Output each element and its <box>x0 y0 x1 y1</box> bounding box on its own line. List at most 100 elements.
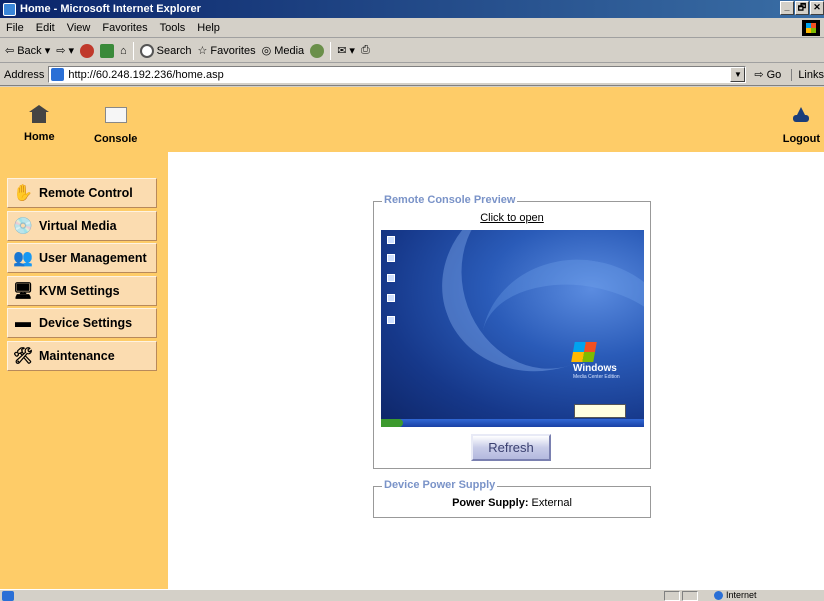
desktop-edition: Media Center Edition <box>573 374 620 380</box>
refresh-button[interactable]: Refresh <box>471 434 551 461</box>
toolbar-separator <box>330 41 332 60</box>
restore-button[interactable]: 🗗 <box>795 1 809 15</box>
sidebar-item-label: Maintenance <box>39 348 115 363</box>
logout-icon <box>791 107 811 123</box>
desktop-taskbar <box>381 419 644 427</box>
sidebar-item-kvm-settings[interactable]: 🖥 KVM Settings <box>7 275 157 306</box>
favorites-label: Favorites <box>210 44 256 57</box>
home-nav-button[interactable]: Home <box>24 105 55 143</box>
house-icon: ⌂ <box>119 44 127 57</box>
forward-dropdown-icon: ▾ <box>68 45 74 57</box>
home-page-button[interactable]: ⌂ <box>120 45 127 57</box>
preview-legend: Remote Console Preview <box>382 194 518 206</box>
page-icon <box>51 68 65 81</box>
refresh-icon <box>99 43 114 58</box>
forward-button[interactable]: ⇨ ▾ <box>56 44 74 57</box>
hand-icon: ✋ <box>13 185 33 202</box>
links-button[interactable]: Links <box>791 68 824 81</box>
menu-file[interactable]: File <box>6 22 24 34</box>
address-label: Address <box>4 68 45 81</box>
status-panes <box>664 591 698 601</box>
home-label: Home <box>24 131 55 143</box>
menu-help[interactable]: Help <box>197 22 220 34</box>
forward-arrow-icon: ⇨ <box>56 45 66 57</box>
start-button <box>381 419 403 427</box>
sidebar-item-device-settings[interactable]: ▬ Device Settings <box>7 308 157 338</box>
media-icon: ◎ <box>261 45 272 57</box>
go-button[interactable]: ⇨ Go <box>754 68 782 82</box>
back-dropdown-icon: ▾ <box>44 45 51 57</box>
device-power-supply-panel: Device Power Supply Power Supply: Extern… <box>373 479 651 518</box>
url-input[interactable]: http://60.248.192.236/home.asp ▼ <box>48 66 747 83</box>
history-button[interactable] <box>310 43 325 58</box>
sidebar-item-remote-control[interactable]: ✋ Remote Control <box>7 178 157 208</box>
print-button[interactable]: ⎙ <box>361 44 370 57</box>
refresh-page-button[interactable] <box>99 43 114 58</box>
url-text: http://60.248.192.236/home.asp <box>68 68 224 81</box>
media-button[interactable]: ◎ Media <box>261 44 305 58</box>
page-status-icon <box>2 590 14 601</box>
toolbar-separator <box>132 41 134 60</box>
stop-icon <box>79 43 94 58</box>
favorites-icon: ☆ <box>197 45 208 57</box>
content-corner <box>168 152 228 212</box>
search-label: Search <box>156 44 192 57</box>
sidebar-item-label: KVM Settings <box>39 283 120 298</box>
sidebar-item-user-management[interactable]: 👥 User Management <box>7 243 157 273</box>
zone-label: Internet <box>726 590 757 600</box>
status-bar: Internet <box>0 589 824 601</box>
close-button[interactable]: ✕ <box>810 1 824 15</box>
power-supply-value: External <box>531 497 572 509</box>
globe-icon <box>714 590 723 600</box>
users-icon: 👥 <box>13 250 33 267</box>
menu-edit[interactable]: Edit <box>36 22 55 34</box>
console-nav-button[interactable]: Console <box>94 105 137 145</box>
address-bar: Address http://60.248.192.236/home.asp ▼… <box>0 64 824 86</box>
minimize-button[interactable]: _ <box>780 1 794 15</box>
back-label: Back <box>17 44 42 57</box>
window-controls: _ 🗗 ✕ <box>780 1 824 15</box>
sidebar-item-label: Device Settings <box>39 316 133 330</box>
logout-button[interactable]: Logout <box>783 105 820 145</box>
desktop-brand: Windows <box>573 363 617 374</box>
remote-console-preview-panel: Remote Console Preview Click to open Win… <box>373 194 651 469</box>
sidebar-item-label: Remote Control <box>39 186 133 200</box>
desktop-icon <box>387 294 395 302</box>
power-supply-row: Power Supply: External <box>374 497 650 509</box>
back-arrow-icon: ⇦ <box>5 45 15 57</box>
menu-bar: File Edit View Favorites Tools Help <box>0 18 824 38</box>
disc-icon: 💿 <box>13 217 33 235</box>
status-pane <box>664 591 680 601</box>
sidebar-menu: ✋ Remote Control 💿 Virtual Media 👥 User … <box>7 178 157 373</box>
sidebar-item-label: Virtual Media <box>39 218 117 233</box>
window-title: Home - Microsoft Internet Explorer <box>20 3 201 15</box>
sidebar-item-virtual-media[interactable]: 💿 Virtual Media <box>7 210 157 241</box>
go-arrow-icon: ⇨ <box>754 69 764 81</box>
tools-icon: 🛠 <box>12 347 34 365</box>
back-button[interactable]: ⇦ Back ▾ <box>5 44 51 58</box>
browser-toolbar: ⇦ Back ▾ ⇨ ▾ ⌂ Search ☆ Favorites ◎ Medi… <box>0 39 824 63</box>
menu-tools[interactable]: Tools <box>160 22 186 34</box>
address-dropdown-icon[interactable]: ▼ <box>730 67 746 82</box>
stop-button[interactable] <box>79 43 94 58</box>
favorites-button[interactable]: ☆ Favorites <box>197 44 256 58</box>
menu-favorites[interactable]: Favorites <box>102 22 147 34</box>
page-content: Home Console Logout ✋ Remote Control 💿 V… <box>0 87 824 589</box>
power-supply-label: Power Supply: <box>452 497 529 509</box>
console-screenshot[interactable]: Windows Media Center Edition <box>381 230 644 427</box>
logout-label: Logout <box>782 133 820 145</box>
header-bar: Home Console Logout <box>0 87 824 152</box>
desktop-icon <box>387 316 395 324</box>
menu-view[interactable]: View <box>67 22 91 34</box>
search-button[interactable]: Search <box>139 43 192 58</box>
windows-logo-icon <box>802 20 820 36</box>
ie-icon <box>3 2 16 16</box>
mail-button[interactable]: ✉ ▾ <box>337 44 355 57</box>
home-icon <box>29 105 50 123</box>
sidebar-item-maintenance[interactable]: 🛠 Maintenance <box>7 340 157 371</box>
go-label: Go <box>766 68 782 81</box>
history-icon <box>310 43 325 58</box>
desktop-icon <box>387 254 395 262</box>
print-icon: ⎙ <box>360 44 370 56</box>
click-to-open-link[interactable]: Click to open <box>374 212 650 224</box>
